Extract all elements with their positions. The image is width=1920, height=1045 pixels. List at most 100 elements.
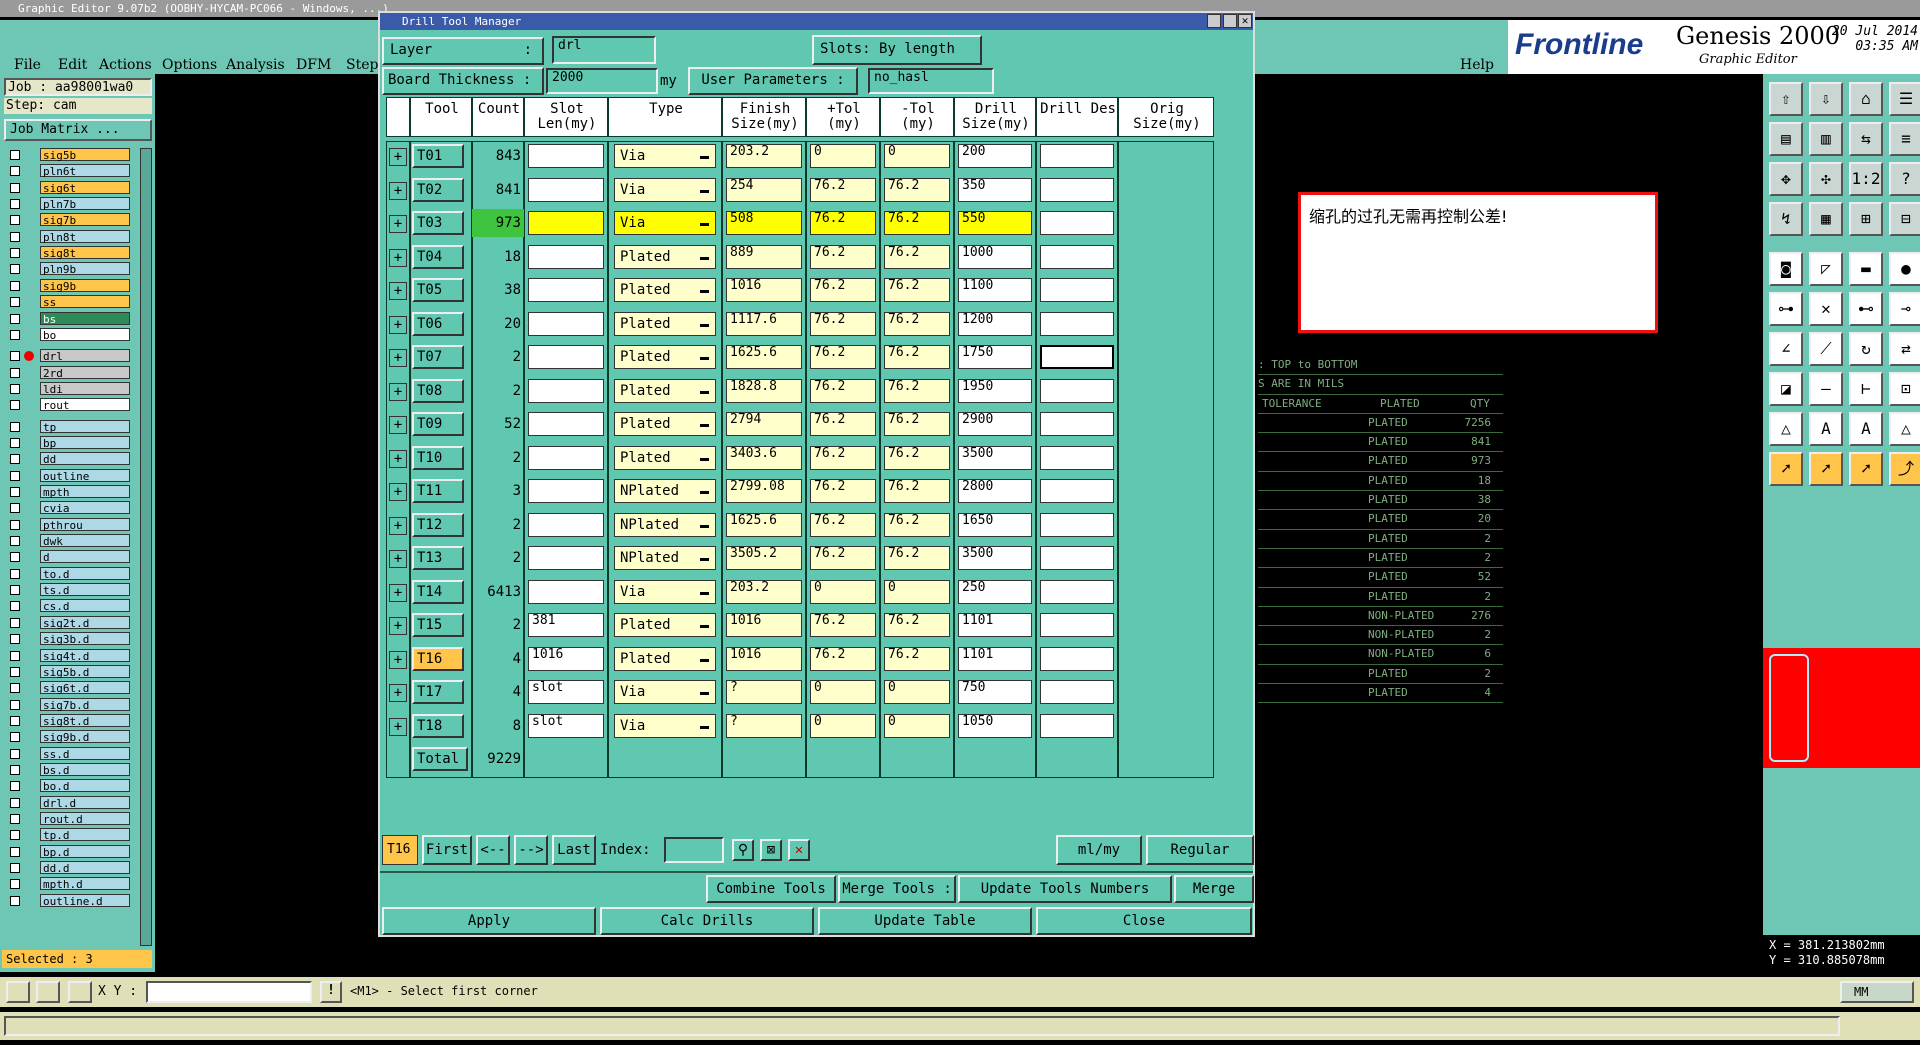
layer-row[interactable]: bs.d <box>8 762 130 777</box>
expand-icon[interactable]: + <box>389 382 407 401</box>
toolbox-icon[interactable]: ▬ <box>1849 252 1883 286</box>
slot-length-input[interactable]: 1016 <box>528 646 604 671</box>
drill-des-input[interactable] <box>1040 144 1114 168</box>
drill-des-input[interactable] <box>1040 713 1114 738</box>
layer-checkbox[interactable] <box>10 699 20 710</box>
layer-name[interactable]: drl.d <box>40 795 130 810</box>
layer-row[interactable]: bp <box>8 435 130 450</box>
toolbox-icon[interactable]: ↯ <box>1769 202 1803 236</box>
combine-tools-button[interactable]: Combine Tools <box>706 875 836 903</box>
toolbox-icon[interactable]: ↻ <box>1849 332 1883 366</box>
toolbox-icon[interactable]: ◸ <box>1809 252 1843 286</box>
layer-row[interactable]: pln9b <box>8 262 130 276</box>
user-parameters-input[interactable]: no_hasl <box>868 68 994 94</box>
drill-size-input[interactable]: 750 <box>958 680 1032 704</box>
update-tools-numbers-select[interactable]: Update Tools Numbers <box>958 875 1172 903</box>
delete-icon[interactable]: ✕ <box>788 839 810 861</box>
layer-checkbox[interactable] <box>10 617 20 628</box>
type-select[interactable]: NPlated <box>614 512 716 537</box>
close-icon[interactable]: ✕ <box>1238 14 1252 28</box>
layer-name[interactable]: sig2t.d <box>40 615 130 630</box>
layer-row[interactable]: ss <box>8 295 130 309</box>
measure-icon[interactable] <box>36 981 60 1003</box>
layer-name[interactable]: cs.d <box>40 599 130 613</box>
layer-name[interactable]: sig6t.d <box>40 681 130 695</box>
layer-row[interactable]: outline <box>8 468 130 483</box>
layer-name[interactable]: outline <box>40 468 130 483</box>
tool-button[interactable]: T03 <box>412 211 464 235</box>
layer-checkbox[interactable] <box>10 248 20 259</box>
toolbox-icon[interactable]: ✣ <box>1809 162 1843 196</box>
board-thickness-input[interactable]: 2000 <box>546 68 658 94</box>
plus-tol-input[interactable]: 76.2 <box>810 479 876 503</box>
tool-button[interactable]: T01 <box>412 144 464 168</box>
minus-tol-input[interactable]: 0 <box>884 680 950 704</box>
job-matrix-button[interactable]: Job Matrix ... <box>4 119 152 141</box>
expand-icon[interactable]: + <box>389 416 407 434</box>
slot-length-input[interactable] <box>528 244 604 269</box>
drill-size-input[interactable]: 1101 <box>958 613 1032 637</box>
plus-tol-input[interactable]: 0 <box>810 579 876 604</box>
toolbox-icon[interactable]: ≡ <box>1889 122 1920 156</box>
layer-row[interactable]: sig8t.d <box>8 713 130 728</box>
layer-checkbox[interactable] <box>10 470 20 481</box>
plus-tol-input[interactable]: 76.2 <box>810 613 876 637</box>
menu-file[interactable]: File <box>14 57 41 73</box>
slot-length-input[interactable] <box>528 278 604 302</box>
toolbox-icon[interactable]: ⇧ <box>1769 82 1803 116</box>
toolbox-icon[interactable]: ▥ <box>1809 122 1843 156</box>
maximize-icon[interactable] <box>1223 14 1237 28</box>
slot-length-input[interactable] <box>528 378 604 403</box>
layer-row[interactable]: drl.d <box>8 795 130 810</box>
layer-checkbox[interactable] <box>10 487 20 497</box>
drill-size-input[interactable]: 1100 <box>958 278 1032 302</box>
type-select[interactable]: Via <box>614 579 716 604</box>
expand-icon[interactable]: + <box>389 550 407 568</box>
slot-length-input[interactable] <box>528 177 604 202</box>
finish-size-input[interactable]: 3505.2 <box>726 546 802 570</box>
layer-checkbox[interactable] <box>10 666 20 677</box>
clear-icon[interactable]: ⊠ <box>760 839 782 861</box>
layer-name[interactable]: sig9b <box>40 278 130 293</box>
drill-des-input[interactable] <box>1040 311 1114 336</box>
finish-size-input[interactable]: 2794 <box>726 412 802 436</box>
layer-row[interactable]: sig9b.d <box>8 730 130 744</box>
tool-button[interactable]: T11 <box>412 479 464 503</box>
slot-length-input[interactable] <box>528 311 604 336</box>
type-select[interactable]: Plated <box>614 613 716 637</box>
plus-tol-input[interactable]: 76.2 <box>810 412 876 436</box>
finish-size-input[interactable]: 508 <box>726 211 802 235</box>
layer-row[interactable]: drl <box>8 349 130 363</box>
tool-button[interactable]: T18 <box>412 713 464 738</box>
layer-row[interactable]: sig7b.d <box>8 697 130 712</box>
finish-size-input[interactable]: 203.2 <box>726 144 802 168</box>
merge-button[interactable]: Merge <box>1174 875 1254 903</box>
layer-row[interactable]: rout.d <box>8 812 130 826</box>
layer-name[interactable]: pln8t <box>40 229 130 244</box>
drill-des-input[interactable] <box>1040 613 1114 637</box>
tool-button[interactable]: T15 <box>412 613 464 637</box>
drill-des-input[interactable] <box>1040 211 1114 235</box>
layer-row[interactable]: pln8t <box>8 229 130 244</box>
overview-map[interactable] <box>1763 648 1920 768</box>
layer-name[interactable]: sig9b.d <box>40 730 130 744</box>
layer-checkbox[interactable] <box>10 863 20 874</box>
toolbox-icon[interactable]: ⟋ <box>1809 332 1843 366</box>
drill-des-input[interactable] <box>1040 278 1114 302</box>
finish-size-input[interactable]: 2799.08 <box>726 479 802 503</box>
finish-size-input[interactable]: 3403.6 <box>726 445 802 470</box>
toolbox-icon[interactable]: ▤ <box>1769 122 1803 156</box>
layer-checkbox[interactable] <box>10 351 20 362</box>
layer-checkbox[interactable] <box>10 166 20 177</box>
layer-name[interactable]: ss.d <box>40 746 130 761</box>
toolbox-icon[interactable]: ▦ <box>1809 202 1843 236</box>
tool-button[interactable]: T17 <box>412 680 464 704</box>
type-select[interactable]: Plated <box>614 278 716 302</box>
layer-row[interactable]: bo.d <box>8 779 130 793</box>
minus-tol-input[interactable]: 76.2 <box>884 311 950 336</box>
menu-analysis[interactable]: Analysis <box>226 57 285 73</box>
drill-des-input[interactable] <box>1040 177 1114 202</box>
layer-checkbox[interactable] <box>10 846 20 857</box>
minus-tol-input[interactable]: 76.2 <box>884 244 950 269</box>
type-select[interactable]: Via <box>614 680 716 704</box>
